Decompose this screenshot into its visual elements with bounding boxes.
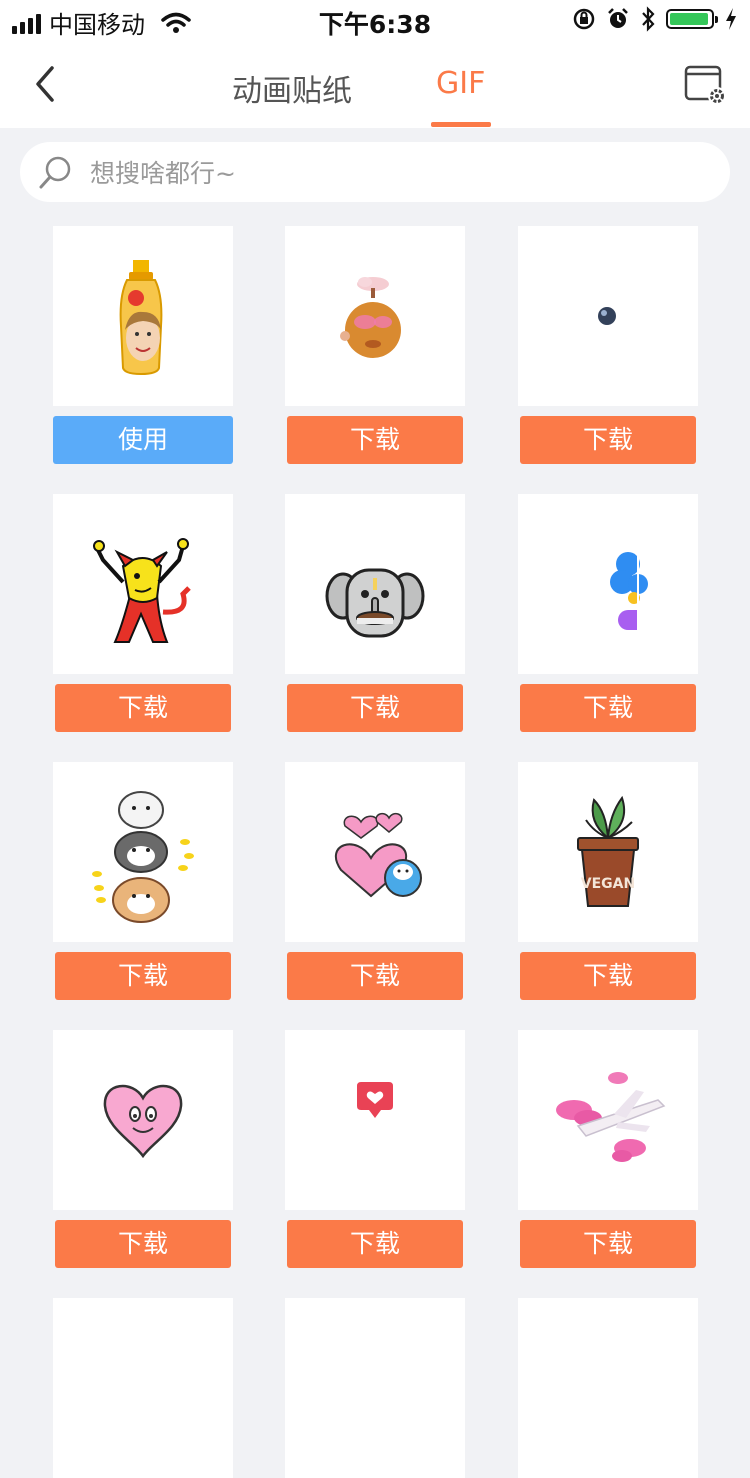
download-button[interactable]: 下载 xyxy=(287,952,463,1000)
blue-flower-image xyxy=(610,552,648,634)
download-button[interactable]: 下载 xyxy=(55,1220,231,1268)
gif-thumbnail[interactable] xyxy=(285,1298,465,1478)
airplane-clouds-image xyxy=(556,1072,666,1162)
battery-icon xyxy=(666,9,718,29)
download-button[interactable]: 下载 xyxy=(520,952,696,1000)
gif-thumbnail[interactable]: VEGAN xyxy=(518,762,698,942)
nav-bar: 动画贴纸 GIF xyxy=(0,40,750,128)
stacked-puppies-image xyxy=(92,791,194,923)
rotation-lock-icon xyxy=(573,8,595,30)
search-bar xyxy=(20,142,730,204)
gif-thumbnail[interactable] xyxy=(518,226,698,406)
gif-thumbnail[interactable] xyxy=(53,494,233,674)
back-arrow-icon[interactable] xyxy=(28,62,68,106)
gif-thumbnail[interactable] xyxy=(53,226,233,406)
gif-thumbnail[interactable] xyxy=(518,1030,698,1210)
use-button[interactable]: 使用 xyxy=(53,416,233,464)
download-button[interactable]: 下载 xyxy=(55,952,231,1000)
status-bar: 中国移动 下午6:38 xyxy=(0,0,750,40)
gif-thumbnail[interactable] xyxy=(518,1298,698,1478)
gif-thumbnail[interactable] xyxy=(53,1298,233,1478)
download-button[interactable]: 下载 xyxy=(287,416,463,464)
tab-gif[interactable]: GIF xyxy=(436,66,485,101)
gif-thumbnail[interactable] xyxy=(53,1030,233,1210)
shampoo-bottle-image xyxy=(119,260,163,376)
red-devil-image xyxy=(93,538,191,643)
vegan-label: VEGAN xyxy=(581,876,635,892)
gif-thumbnail[interactable] xyxy=(518,494,698,674)
angry-potato-image xyxy=(340,277,401,358)
download-button[interactable]: 下载 xyxy=(520,684,696,732)
sticker-settings-icon[interactable] xyxy=(684,64,728,106)
active-tab-indicator xyxy=(431,122,491,127)
search-input[interactable] xyxy=(88,142,692,204)
gif-thumbnail[interactable] xyxy=(285,1030,465,1210)
tab-animated-stickers[interactable]: 动画贴纸 xyxy=(232,66,352,110)
download-button[interactable]: 下载 xyxy=(520,416,696,464)
gif-thumbnail[interactable] xyxy=(285,494,465,674)
gif-thumbnail[interactable] xyxy=(285,226,465,406)
elephant-cake-image xyxy=(325,568,425,638)
gif-thumbnail[interactable] xyxy=(285,762,465,942)
download-button[interactable]: 下载 xyxy=(520,1220,696,1268)
pink-hearts-image xyxy=(334,812,422,898)
tiny-dot-image xyxy=(598,307,616,325)
search-icon xyxy=(39,156,71,189)
pink-heart-face-image xyxy=(103,1084,183,1159)
download-button[interactable]: 下载 xyxy=(55,684,231,732)
gif-thumbnail[interactable] xyxy=(53,762,233,942)
vegan-plant-image: VEGAN xyxy=(577,795,639,907)
alarm-icon xyxy=(608,8,628,28)
download-button[interactable]: 下载 xyxy=(287,1220,463,1268)
download-button[interactable]: 下载 xyxy=(287,684,463,732)
red-heart-badge-image xyxy=(357,1082,393,1118)
bluetooth-icon xyxy=(642,6,655,32)
charging-bolt-icon xyxy=(726,8,736,30)
